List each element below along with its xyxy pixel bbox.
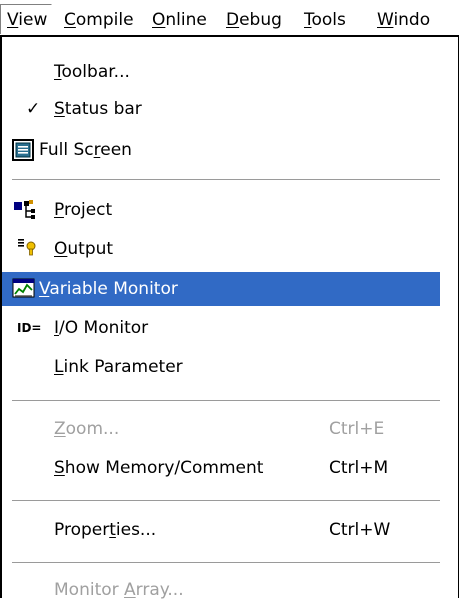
menu-separator xyxy=(12,562,440,564)
menu-online[interactable]: Online xyxy=(152,9,207,31)
menu-view[interactable]: View xyxy=(0,4,53,34)
menu-item-toolbar-label: Toolbar... xyxy=(54,55,130,89)
menu-item-project-label: Project xyxy=(54,193,112,227)
menu-compile[interactable]: Compile xyxy=(64,9,134,31)
menu-separator xyxy=(12,500,440,502)
io-monitor-icon: ID= xyxy=(17,321,42,335)
menu-debug[interactable]: Debug xyxy=(226,9,282,31)
variable-monitor-label-post: ariable Monitor xyxy=(49,279,178,299)
toolbar-label-post: oolbar... xyxy=(61,62,130,82)
show-memory-label-post: how Memory/Comment xyxy=(64,458,264,478)
menu-item-zoom: Zoom... Ctrl+E xyxy=(2,412,440,446)
show-memory-shortcut: Ctrl+M xyxy=(329,458,389,478)
menu-compile-key: C xyxy=(64,10,76,30)
properties-shortcut: Ctrl+W xyxy=(329,520,391,540)
link-parameter-label-post: ink Parameter xyxy=(63,357,183,377)
project-label-key: P xyxy=(54,200,64,220)
menu-item-toolbar[interactable]: Toolbar... xyxy=(2,55,440,89)
menu-item-full-screen-label: Full Screen xyxy=(39,133,132,167)
menu-item-properties[interactable]: Properties... Ctrl+W xyxy=(2,513,440,547)
variable-monitor-label-key: V xyxy=(39,279,50,299)
menu-debug-rest: ebug xyxy=(239,10,282,30)
menu-item-link-parameter[interactable]: Link Parameter xyxy=(2,350,440,384)
monitor-array-label-key: A xyxy=(124,580,136,600)
menu-window-rest: indo xyxy=(393,10,431,30)
menu-item-status-bar-label: Status bar xyxy=(54,92,142,126)
project-tree-icon xyxy=(14,199,36,221)
monitor-array-label-pre: Monitor xyxy=(54,580,125,600)
output-label-key: O xyxy=(54,239,68,259)
status-bar-label-post: tatus bar xyxy=(64,99,142,119)
menu-item-status-bar[interactable]: ✓ Status bar xyxy=(2,92,440,126)
menu-compile-rest: ompile xyxy=(75,10,134,30)
menu-debug-key: D xyxy=(226,10,240,30)
io-monitor-label-post: /O Monitor xyxy=(59,318,149,338)
menu-item-zoom-label: Zoom... xyxy=(54,412,119,446)
show-memory-label-key: S xyxy=(54,458,65,478)
check-mark-icon: ✓ xyxy=(26,99,41,119)
menu-item-io-monitor-label: I/O Monitor xyxy=(54,311,148,345)
output-label-post: utput xyxy=(67,239,114,259)
project-label-post: roject xyxy=(63,200,113,220)
properties-label-post: ies... xyxy=(115,520,157,540)
zoom-shortcut: Ctrl+E xyxy=(329,419,385,439)
status-bar-label-key: S xyxy=(54,99,65,119)
menu-item-full-screen[interactable]: Full Screen xyxy=(2,133,440,167)
full-screen-icon xyxy=(12,139,34,161)
menu-online-rest: nline xyxy=(165,10,207,30)
menu-tools[interactable]: Tools xyxy=(304,9,346,31)
variable-monitor-icon xyxy=(12,278,35,300)
menu-bar: View Compile Online Debug Tools Windo xyxy=(0,0,459,36)
menu-item-output-label: Output xyxy=(54,232,113,266)
monitor-array-label-post: rray... xyxy=(135,580,184,600)
menu-item-variable-monitor[interactable]: Variable Monitor xyxy=(2,272,440,306)
properties-label-key: t xyxy=(109,520,116,540)
menu-item-monitor-array: Monitor Array... xyxy=(2,573,440,607)
menu-view-key: V xyxy=(7,10,19,30)
menu-view-rest: iew xyxy=(18,10,48,30)
zoom-label-key: Z xyxy=(54,419,66,439)
menu-item-monitor-array-label: Monitor Array... xyxy=(54,573,184,607)
menu-item-show-memory-comment[interactable]: Show Memory/Comment Ctrl+M xyxy=(2,451,440,485)
output-icon xyxy=(18,238,40,260)
properties-label-pre: Proper xyxy=(54,520,110,540)
menu-window[interactable]: Windo xyxy=(377,9,430,31)
menu-item-show-memory-label: Show Memory/Comment xyxy=(54,451,263,485)
zoom-label-post: oom... xyxy=(65,419,120,439)
menu-tools-key: T xyxy=(304,10,312,30)
menu-item-properties-label: Properties... xyxy=(54,513,156,547)
menu-item-link-parameter-label: Link Parameter xyxy=(54,350,183,384)
menu-tools-rest: ools xyxy=(311,10,346,30)
menu-online-key: O xyxy=(152,10,166,30)
toolbar-label-key: T xyxy=(54,62,62,82)
menu-item-project[interactable]: Project xyxy=(2,193,440,227)
menu-window-key: W xyxy=(377,10,394,30)
full-screen-label-post: een xyxy=(100,140,132,160)
view-menu-dropdown: Toolbar... ✓ Status bar Full Screen Proj… xyxy=(0,35,459,600)
menu-separator xyxy=(12,179,440,181)
menu-separator xyxy=(12,400,440,402)
menu-item-io-monitor[interactable]: ID= I/O Monitor xyxy=(2,311,440,345)
menu-item-variable-monitor-label: Variable Monitor xyxy=(39,272,178,306)
full-screen-label-pre: Full Sc xyxy=(39,140,94,160)
menu-item-output[interactable]: Output xyxy=(2,232,440,266)
